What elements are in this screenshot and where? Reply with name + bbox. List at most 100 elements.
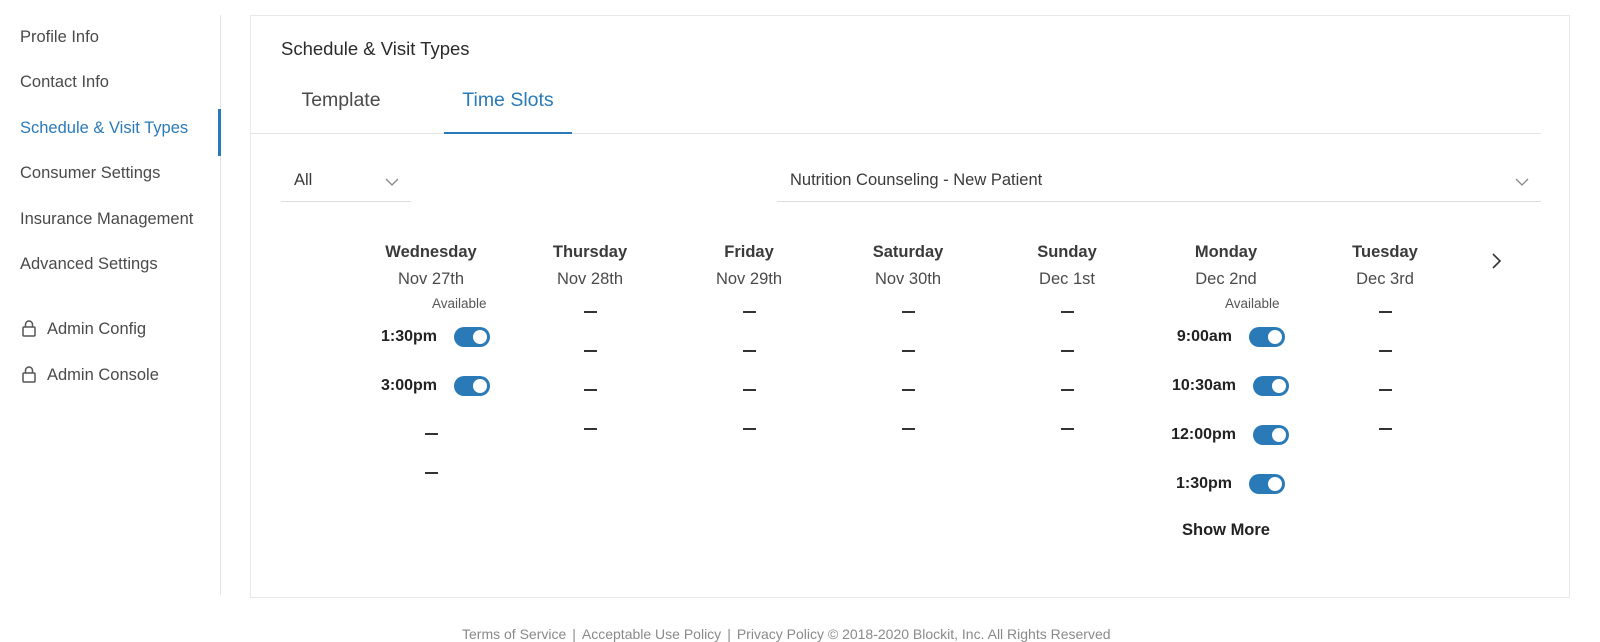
active-indicator [218,109,221,156]
tab-time-slots[interactable]: Time Slots [444,82,572,134]
time-slot-row: 10:30am [1131,374,1236,398]
time-slot-row: 1:30pm [1131,472,1232,496]
empty-slot-dash [902,428,915,430]
day-name: Thursday [552,243,628,261]
empty-slot-dash [1061,350,1074,352]
slot-toggle[interactable] [454,376,490,396]
empty-slot-dash [743,311,756,313]
empty-slot-dash [902,311,915,313]
empty-slot-dash [584,311,597,313]
toggle-knob [473,379,487,393]
slot-time: 1:30pm [380,328,437,345]
visit-type-value: Nutrition Counseling - New Patient [790,171,1043,189]
page-title: Schedule & Visit Types [281,38,470,59]
lock-icon [22,366,36,383]
slot-time: 12:00pm [1171,426,1236,443]
footer-link-terms[interactable]: Terms of Service [462,626,566,642]
time-slot-row: 3:00pm [351,374,437,398]
day-date: Dec 1st [1039,270,1095,288]
sidebar-item-admin-config[interactable]: Admin Config [20,317,146,341]
day-header-thursday: Thursday Nov 28th [525,241,655,292]
provider-filter-value: All [294,171,313,189]
slot-toggle[interactable] [1249,327,1285,347]
available-label: Available [1225,296,1280,311]
day-name: Saturday [872,243,944,261]
footer-link-privacy[interactable]: Privacy Policy [737,626,824,642]
day-date: Nov 27th [397,270,465,288]
day-header-saturday: Saturday Nov 30th [843,241,973,292]
footer: Terms of Service | Acceptable Use Policy | P… [462,626,1111,642]
day-date: Dec 2nd [1195,270,1257,288]
day-name: Friday [724,243,774,261]
sidebar-item-contact-info[interactable]: Contact Info [20,70,109,94]
toggle-knob [1272,379,1286,393]
day-name: Wednesday [385,243,477,261]
day-name: Monday [1194,243,1258,261]
sidebar-item-consumer-settings[interactable]: Consumer Settings [20,161,160,185]
day-header-friday: Friday Nov 29th [684,241,814,292]
empty-slot-dash [1379,389,1392,391]
slot-toggle[interactable] [1253,376,1289,396]
toggle-knob [473,330,487,344]
day-date: Nov 28th [556,270,624,288]
slot-time: 10:30am [1171,377,1236,394]
toggle-knob [1268,477,1282,491]
day-header-wednesday: Wednesday Nov 27th [366,241,496,292]
slot-time: 1:30pm [1175,475,1232,492]
empty-slot-dash [584,389,597,391]
empty-slot-dash [584,428,597,430]
provider-filter-select[interactable]: All [281,168,411,202]
empty-slot-dash [902,350,915,352]
day-date: Nov 30th [874,270,942,288]
time-slot-row: 1:30pm [351,325,437,349]
time-slot-row: 12:00pm [1131,423,1236,447]
sidebar-item-label: Admin Config [47,320,147,338]
tab-template[interactable]: Template [281,82,401,134]
empty-slot-dash [902,389,915,391]
time-slot-row: 9:00am [1131,325,1232,349]
footer-copyright: © 2018-2020 Blockit, Inc. All Rights Res… [827,626,1111,642]
slot-time: 9:00am [1176,328,1232,345]
visit-type-select[interactable]: Nutrition Counseling - New Patient [777,168,1541,202]
day-date: Dec 3rd [1356,270,1414,288]
tab-bar: Template Time Slots [251,82,1541,134]
empty-slot-dash [425,433,438,435]
slot-toggle[interactable] [454,327,490,347]
day-header-tuesday: Tuesday Dec 3rd [1320,241,1450,292]
empty-slot-dash [1379,428,1392,430]
empty-slot-dash [1061,389,1074,391]
empty-slot-dash [584,350,597,352]
empty-slot-dash [743,428,756,430]
empty-slot-dash [743,350,756,352]
day-name: Tuesday [1352,243,1418,261]
toggle-knob [1268,330,1282,344]
sidebar-item-schedule-visit-types[interactable]: Schedule & Visit Types [20,116,188,140]
sidebar-item-admin-console[interactable]: Admin Console [20,363,159,387]
chevron-down-icon [1515,178,1529,186]
sidebar-item-profile-info[interactable]: Profile Info [20,25,99,49]
sidebar-item-advanced-settings[interactable]: Advanced Settings [20,252,158,276]
empty-slot-dash [1379,311,1392,313]
day-name: Sunday [1037,243,1097,261]
schedule-panel: Schedule & Visit Types Template Time Slo… [250,15,1570,598]
sidebar-item-label: Admin Console [47,366,159,384]
slot-toggle[interactable] [1249,474,1285,494]
day-header-sunday: Sunday Dec 1st [1002,241,1132,292]
show-more-button[interactable]: Show More [1161,521,1291,540]
slot-toggle[interactable] [1253,425,1289,445]
lock-icon [22,320,36,337]
sidebar-nav: Profile Info Contact Info Schedule & Vis… [0,15,221,595]
slot-time: 3:00pm [380,377,437,394]
chevron-down-icon [385,178,399,186]
day-date: Nov 29th [715,270,783,288]
day-header-monday: Monday Dec 2nd [1161,241,1291,292]
empty-slot-dash [1379,350,1392,352]
empty-slot-dash [1061,311,1074,313]
footer-link-acceptable-use[interactable]: Acceptable Use Policy [582,626,721,642]
empty-slot-dash [1061,428,1074,430]
empty-slot-dash [743,389,756,391]
empty-slot-dash [425,472,438,474]
chevron-right-icon[interactable] [1488,252,1506,270]
sidebar-item-insurance-management[interactable]: Insurance Management [20,207,193,231]
available-label: Available [432,296,487,311]
